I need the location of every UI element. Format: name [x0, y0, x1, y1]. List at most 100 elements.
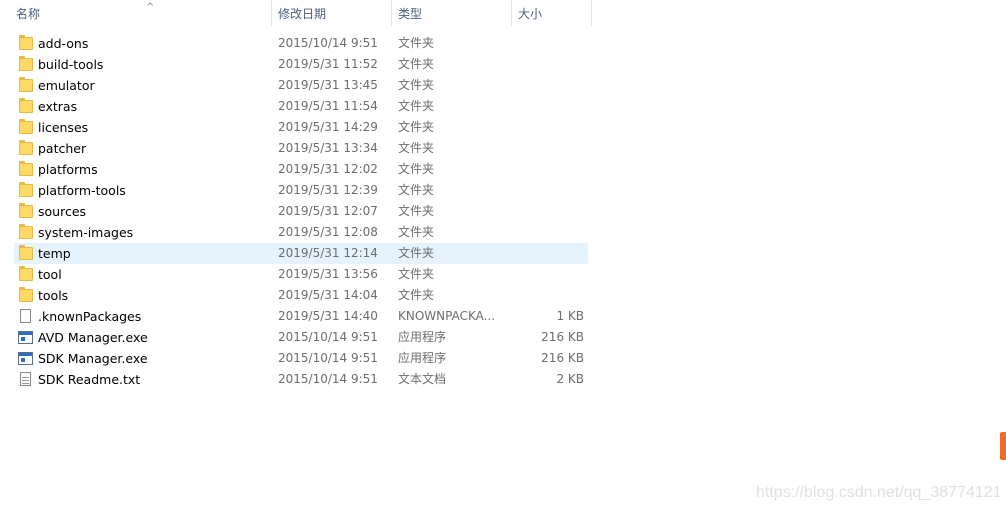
sort-ascending-icon: ^: [146, 2, 155, 13]
file-date-modified: 2019/5/31 11:52: [278, 57, 378, 71]
file-name: sources: [38, 204, 87, 219]
file-row[interactable]: .knownPackages 2019/5/31 14:40 KNOWNPACKA.…: [14, 306, 588, 327]
file-row[interactable]: temp 2019/5/31 12:14 文件夹: [14, 243, 588, 264]
folder-icon: [19, 182, 33, 197]
file-size: 216 KB: [541, 351, 584, 365]
folder-icon: [19, 35, 33, 50]
date-column-label: 修改日期: [278, 7, 327, 21]
file-row[interactable]: AVD Manager.exe 2015/10/14 9:51 应用程序 216 KB: [14, 327, 588, 348]
file-date-modified: 2019/5/31 14:29: [278, 120, 378, 134]
file-date-modified: 2019/5/31 13:34: [278, 141, 378, 155]
file-date-modified: 2015/10/14 9:51: [278, 330, 378, 344]
column-header: 名称 ^ 修改日期 类型 大小: [0, 0, 592, 28]
file-type: 文本文档: [398, 372, 447, 386]
file-type: 文件夹: [398, 288, 435, 302]
folder-icon: [19, 224, 33, 239]
folder-icon: [19, 56, 33, 71]
file-date-modified: 2019/5/31 11:54: [278, 99, 378, 113]
file-type: KNOWNPACKA...: [398, 309, 496, 323]
file-type: 文件夹: [398, 225, 435, 239]
file-name: SDK Manager.exe: [38, 351, 148, 366]
file-row[interactable]: system-images 2019/5/31 12:08 文件夹: [14, 222, 588, 243]
file-size: 2 KB: [556, 372, 584, 386]
file-row[interactable]: add-ons 2015/10/14 9:51 文件夹: [14, 33, 588, 54]
file-name: build-tools: [38, 57, 104, 72]
file-name: temp: [38, 246, 71, 261]
exe-icon: [18, 331, 33, 344]
folder-icon: [19, 287, 33, 302]
file-name: patcher: [38, 141, 87, 156]
file-size: 216 KB: [541, 330, 584, 344]
file-row[interactable]: patcher 2019/5/31 13:34 文件夹: [14, 138, 588, 159]
file-type: 文件夹: [398, 36, 435, 50]
file-type: 文件夹: [398, 141, 435, 155]
exe-icon: [18, 352, 33, 365]
brand-logo-icon: [1000, 432, 1006, 460]
file-row[interactable]: licenses 2019/5/31 14:29 文件夹: [14, 117, 588, 138]
folder-icon: [19, 203, 33, 218]
file-name: emulator: [38, 78, 95, 93]
file-type: 文件夹: [398, 183, 435, 197]
file-row[interactable]: SDK Manager.exe 2015/10/14 9:51 应用程序 216 KB: [14, 348, 588, 369]
folder-icon: [19, 140, 33, 155]
file-name: extras: [38, 99, 78, 114]
file-date-modified: 2015/10/14 9:51: [278, 372, 378, 386]
file-row[interactable]: sources 2019/5/31 12:07 文件夹: [14, 201, 588, 222]
date-column-header[interactable]: 修改日期: [272, 0, 392, 26]
file-name: add-ons: [38, 36, 89, 51]
type-column-label: 类型: [398, 7, 423, 21]
file-date-modified: 2019/5/31 12:08: [278, 225, 378, 239]
folder-icon: [19, 245, 33, 260]
file-date-modified: 2019/5/31 13:45: [278, 78, 378, 92]
watermark: https://blog.csdn.net/qq_38774121: [756, 484, 1002, 501]
file-date-modified: 2019/5/31 12:07: [278, 204, 378, 218]
file-name: tool: [38, 267, 62, 282]
folder-icon: [19, 98, 33, 113]
type-column-header[interactable]: 类型: [392, 0, 512, 26]
file-date-modified: 2019/5/31 12:14: [278, 246, 378, 260]
file-type: 文件夹: [398, 246, 435, 260]
file-date-modified: 2019/5/31 14:04: [278, 288, 378, 302]
file-row[interactable]: platform-tools 2019/5/31 12:39 文件夹: [14, 180, 588, 201]
file-date-modified: 2015/10/14 9:51: [278, 36, 378, 50]
file-type: 应用程序: [398, 351, 447, 365]
file-date-modified: 2019/5/31 12:39: [278, 183, 378, 197]
file-name: system-images: [38, 225, 134, 240]
file-name: licenses: [38, 120, 89, 135]
file-date-modified: 2015/10/14 9:51: [278, 351, 378, 365]
file-row[interactable]: tool 2019/5/31 13:56 文件夹: [14, 264, 588, 285]
file-list: add-ons 2015/10/14 9:51 文件夹 build-tools 2019…: [14, 33, 588, 390]
file-row[interactable]: build-tools 2019/5/31 11:52 文件夹: [14, 54, 588, 75]
file-type: 文件夹: [398, 99, 435, 113]
file-name: AVD Manager.exe: [38, 330, 148, 345]
file-icon: [20, 309, 31, 323]
file-row[interactable]: emulator 2019/5/31 13:45 文件夹: [14, 75, 588, 96]
folder-icon: [19, 161, 33, 176]
file-type: 应用程序: [398, 330, 447, 344]
file-name: .knownPackages: [38, 309, 142, 324]
file-row[interactable]: tools 2019/5/31 14:04 文件夹: [14, 285, 588, 306]
file-name: tools: [38, 288, 69, 303]
file-date-modified: 2019/5/31 12:02: [278, 162, 378, 176]
file-size: 1 KB: [556, 309, 584, 323]
file-type: 文件夹: [398, 204, 435, 218]
name-column-header[interactable]: 名称 ^: [10, 0, 272, 26]
file-date-modified: 2019/5/31 14:40: [278, 309, 378, 323]
size-column-header[interactable]: 大小: [512, 0, 592, 26]
file-row[interactable]: extras 2019/5/31 11:54 文件夹: [14, 96, 588, 117]
file-name: platforms: [38, 162, 98, 177]
folder-icon: [19, 266, 33, 281]
file-row[interactable]: SDK Readme.txt 2015/10/14 9:51 文本文档 2 KB: [14, 369, 588, 390]
file-type: 文件夹: [398, 57, 435, 71]
file-type: 文件夹: [398, 162, 435, 176]
folder-icon: [19, 77, 33, 92]
file-date-modified: 2019/5/31 13:56: [278, 267, 378, 281]
file-type: 文件夹: [398, 120, 435, 134]
folder-icon: [19, 119, 33, 134]
size-column-label: 大小: [518, 7, 543, 21]
file-name: SDK Readme.txt: [38, 372, 141, 387]
text-file-icon: [20, 372, 31, 386]
file-name: platform-tools: [38, 183, 126, 198]
file-row[interactable]: platforms 2019/5/31 12:02 文件夹: [14, 159, 588, 180]
file-type: 文件夹: [398, 78, 435, 92]
